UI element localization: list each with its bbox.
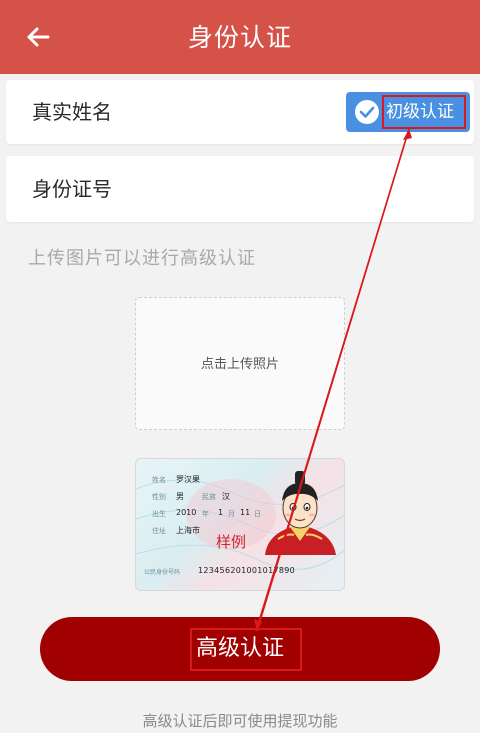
card-month-unit: 月: [228, 510, 235, 518]
card-gender-value: 男: [176, 492, 184, 501]
id-number-label: 身份证号: [32, 177, 112, 201]
portrait-illustration: [265, 471, 336, 555]
card-id-number-label: 公民身份号码: [144, 569, 181, 576]
card-address-label: 住址: [152, 527, 166, 535]
upload-hint: 上传图片可以进行高级认证: [28, 248, 256, 269]
card-birth-month: 1: [218, 508, 224, 517]
footer-tip: 高级认证后即可使用提现功能: [142, 712, 338, 730]
card-watermark: 样例: [216, 533, 247, 551]
card-address-value: 上海市: [176, 526, 200, 535]
sample-id-card: 姓名 罗汉果 性别 男 民族 汉 出生 2010 年 1 月 11 日 住址 上…: [135, 458, 345, 591]
upload-placeholder: 点击上传照片: [200, 357, 279, 372]
card-name-label: 姓名: [152, 476, 166, 484]
card-birth-year: 2010: [176, 508, 197, 517]
card-birth-label: 出生: [152, 510, 166, 518]
id-number-field[interactable]: 身份证号: [6, 156, 474, 222]
card-id-number: 123456201001017890: [198, 566, 296, 575]
name-label: 真实姓名: [32, 100, 112, 124]
highlight-box-submit: [190, 628, 302, 671]
card-name-value: 罗汉果: [176, 475, 200, 484]
app-header: 身份认证: [0, 0, 480, 74]
upload-photo-box[interactable]: 点击上传照片: [135, 297, 345, 430]
card-ethnicity-value: 汉: [222, 492, 230, 501]
card-birth-day: 11: [240, 508, 251, 517]
card-year-unit: 年: [202, 510, 209, 518]
highlight-box-badge: [382, 95, 466, 129]
card-ethnicity-label: 民族: [202, 493, 216, 501]
card-gender-label: 性别: [152, 493, 166, 501]
check-circle-icon: [355, 100, 379, 124]
page-title: 身份认证: [187, 23, 292, 52]
